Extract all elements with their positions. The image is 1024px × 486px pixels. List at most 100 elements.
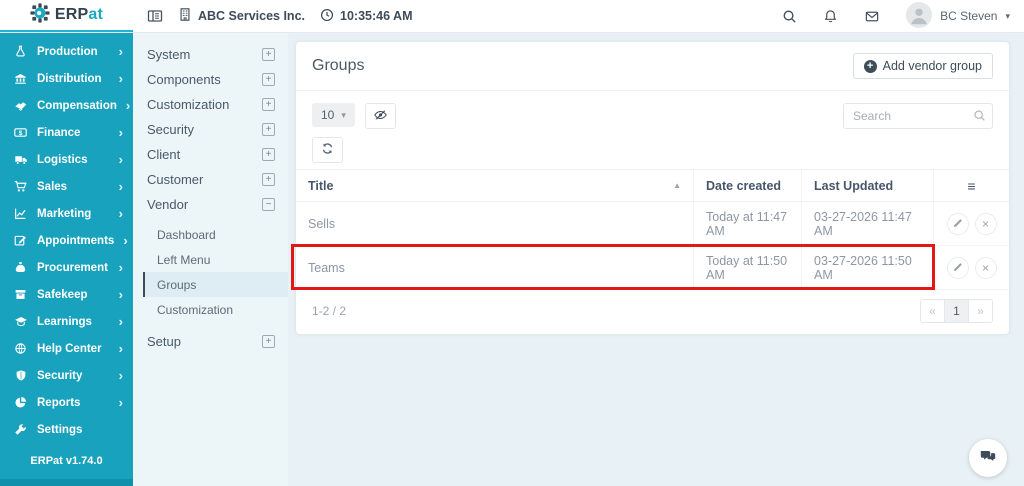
submenu-item-vendor-customization[interactable]: Customization — [143, 297, 288, 322]
expand-plus-icon[interactable]: + — [262, 48, 275, 61]
expand-plus-icon[interactable]: + — [262, 73, 275, 86]
close-icon: × — [981, 260, 989, 275]
sidebar-item-help-center[interactable]: Help Center › — [0, 335, 133, 362]
sidebar-item-marketing[interactable]: Marketing › — [0, 200, 133, 227]
sidebar-toggle-icon[interactable] — [147, 8, 163, 24]
company-name[interactable]: ABC Services Inc. — [178, 7, 305, 25]
pie-chart-icon — [13, 396, 28, 409]
sidebar-item-production[interactable]: Production › — [0, 38, 133, 65]
sidebar-item-finance[interactable]: $ Finance › — [0, 119, 133, 146]
table-row[interactable]: Teams Today at 11:50 AM 03-27-2026 11:50… — [291, 244, 1009, 290]
expand-plus-icon[interactable]: + — [262, 123, 275, 136]
delete-row-button[interactable]: × — [974, 256, 997, 279]
sidebar-item-appointments[interactable]: Appointments › — [0, 227, 133, 254]
page-size-select[interactable]: 10 ▾ — [312, 103, 355, 127]
submenu-item-client[interactable]: Client + — [133, 142, 288, 167]
cell-title: Teams — [308, 260, 345, 275]
submenu-item-system[interactable]: System + — [133, 42, 288, 67]
flask-icon — [13, 45, 28, 58]
table-row[interactable]: Sells Today at 11:47 AM 03-27-2026 11:47… — [296, 202, 1009, 246]
submenu-item-setup[interactable]: Setup + — [133, 329, 288, 354]
expand-plus-icon[interactable]: + — [262, 148, 275, 161]
next-page-button[interactable]: » — [968, 299, 993, 323]
sidebar-item-settings[interactable]: Settings — [0, 416, 133, 443]
building-icon — [178, 7, 192, 25]
submenu-item-vendor-dashboard[interactable]: Dashboard — [143, 222, 288, 247]
shield-icon — [13, 369, 28, 382]
pencil-icon — [953, 262, 963, 274]
submenu-item-vendor[interactable]: Vendor − — [133, 192, 288, 217]
sidebar-item-logistics[interactable]: Logistics › — [0, 146, 133, 173]
sidebar-item-compensation[interactable]: Compensation › — [0, 92, 133, 119]
edit-row-button[interactable] — [946, 212, 969, 235]
cell-date-created: Today at 11:50 AM — [693, 246, 801, 289]
chat-bubbles-icon — [979, 447, 997, 470]
submenu-item-vendor-left-menu[interactable]: Left Menu — [143, 247, 288, 272]
chart-line-icon — [13, 207, 28, 220]
sort-ascending-icon[interactable]: ▲ — [673, 181, 681, 190]
expand-plus-icon[interactable]: + — [262, 98, 275, 111]
submenu-item-vendor-groups[interactable]: Groups — [143, 272, 288, 297]
eye-slash-icon — [373, 108, 388, 125]
messages-envelope-icon[interactable] — [864, 9, 880, 24]
sidebar-item-distribution[interactable]: Distribution › — [0, 65, 133, 92]
handshake-icon — [13, 99, 28, 112]
search-icon[interactable] — [973, 109, 986, 127]
sidebar-item-learnings[interactable]: Learnings › — [0, 308, 133, 335]
chat-button[interactable] — [969, 439, 1007, 477]
submenu-item-security[interactable]: Security + — [133, 117, 288, 142]
chevron-right-icon: › — [123, 233, 128, 248]
column-header-date-created[interactable]: Date created — [693, 170, 801, 201]
add-vendor-group-button[interactable]: + Add vendor group — [852, 53, 993, 79]
column-header-title[interactable]: Title ▲ — [296, 170, 693, 201]
chevron-right-icon: › — [118, 287, 123, 302]
cell-title: Sells — [308, 216, 336, 231]
sidebar-item-reports[interactable]: Reports › — [0, 389, 133, 416]
delete-row-button[interactable]: × — [974, 212, 997, 235]
edit-row-button[interactable] — [946, 256, 969, 279]
user-name: BC Steven — [940, 9, 998, 23]
chevron-right-icon: › — [118, 314, 123, 329]
chevron-right-icon: › — [118, 44, 123, 59]
notifications-bell-icon[interactable] — [823, 9, 838, 24]
sidebar-item-procurement[interactable]: Procurement › — [0, 254, 133, 281]
expand-plus-icon[interactable]: + — [262, 173, 275, 186]
pagination-range: 1-2 / 2 — [312, 304, 347, 318]
column-visibility-button[interactable] — [364, 103, 396, 129]
sidebar-item-sales[interactable]: Sales › — [0, 173, 133, 200]
column-header-actions: ≡ — [933, 170, 1009, 201]
chevron-right-icon: › — [125, 98, 131, 113]
expand-plus-icon[interactable]: + — [262, 335, 275, 348]
app-logo[interactable]: ERPat — [0, 0, 133, 32]
chevron-right-icon: › — [118, 179, 123, 194]
edit-icon — [13, 234, 28, 247]
sidebar-item-safekeep[interactable]: Safekeep › — [0, 281, 133, 308]
submenu-item-customer[interactable]: Customer + — [133, 167, 288, 192]
chevron-right-icon: › — [118, 341, 123, 356]
graduation-cap-icon — [13, 315, 28, 328]
user-menu[interactable]: BC Steven ▾ — [906, 1, 1010, 31]
prev-page-button[interactable]: « — [920, 299, 945, 323]
current-time: 10:35:46 AM — [320, 8, 413, 25]
wrench-icon — [13, 423, 28, 436]
search-input[interactable] — [843, 103, 993, 129]
current-page-button[interactable]: 1 — [944, 299, 969, 323]
submenu-item-customization[interactable]: Customization + — [133, 92, 288, 117]
clock-icon — [320, 8, 334, 25]
svg-text:$: $ — [19, 130, 23, 137]
app-version: ERPat v1.74.0 — [30, 455, 103, 467]
refresh-button[interactable] — [312, 137, 343, 163]
sidebar-item-security[interactable]: Security › — [0, 362, 133, 389]
collapse-minus-icon[interactable]: − — [262, 198, 275, 211]
list-menu-icon[interactable]: ≡ — [946, 178, 997, 194]
cell-date-created: Today at 11:47 AM — [693, 202, 801, 245]
column-header-last-updated[interactable]: Last Updated — [801, 170, 933, 201]
groups-card: Groups + Add vendor group 10 ▾ Search Ti… — [291, 42, 1009, 334]
submenu-item-components[interactable]: Components + — [133, 67, 288, 92]
pencil-icon — [953, 218, 963, 230]
sidebar-footer-strip — [0, 479, 133, 486]
search-icon[interactable] — [782, 9, 797, 24]
chevron-right-icon: › — [118, 206, 123, 221]
top-header: ERPat ABC Services Inc. 10:35:46 AM BC S… — [0, 0, 1024, 33]
chevron-right-icon: › — [118, 260, 123, 275]
